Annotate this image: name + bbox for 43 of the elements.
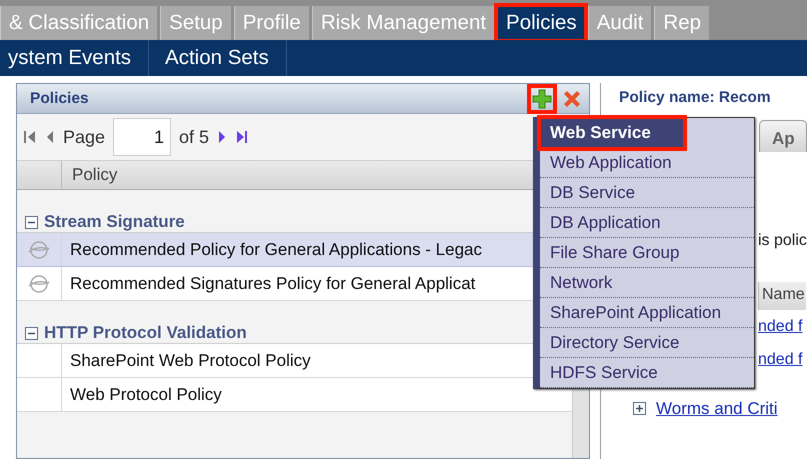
policy-link[interactable]: nded f [758, 310, 802, 343]
globe-icon [27, 274, 51, 294]
menu-item[interactable]: Web Application [540, 148, 754, 178]
panel-title: Policies [30, 90, 90, 108]
nav-tab[interactable]: Policies [497, 6, 585, 40]
first-page-icon[interactable] [23, 129, 37, 145]
menu-item[interactable]: Web Service [540, 118, 684, 148]
last-page-icon[interactable] [235, 129, 250, 145]
menu-item[interactable]: DB Application [540, 208, 754, 238]
menu-item[interactable]: Directory Service [540, 328, 754, 358]
collapse-icon[interactable] [25, 216, 38, 228]
policy-link[interactable]: nded f [758, 343, 802, 376]
collapse-icon[interactable] [25, 326, 38, 340]
policy-row[interactable]: Web Protocol Policy [17, 378, 572, 412]
policy-row[interactable]: Recommended Policy for General Applications - Legac [17, 233, 533, 267]
plus-icon [532, 88, 552, 108]
group-header: Stream Signature [44, 212, 185, 232]
menu-item[interactable]: Network [540, 268, 754, 298]
menu-item[interactable]: HDFS Service [540, 358, 754, 388]
policy-row[interactable]: Recommended Signatures Policy for General Applicat [17, 267, 533, 301]
previous-page-icon[interactable] [45, 129, 55, 145]
column-header[interactable]: Name [758, 282, 806, 310]
policy-name: Web Protocol Policy [69, 384, 222, 406]
policy-link[interactable]: Worms and Criti [656, 398, 778, 418]
menu-item[interactable]: SharePoint Application [540, 298, 754, 328]
detail-tab[interactable]: Ap [759, 120, 807, 152]
page-field[interactable]: 1 [113, 118, 172, 156]
menu-item[interactable]: DB Service [540, 178, 754, 208]
policy-row[interactable]: SharePoint Web Protocol Policy [17, 344, 533, 378]
group-header: HTTP Protocol Validation [44, 323, 247, 343]
policy-name-title: Policy name: Recom [619, 88, 772, 108]
globe-icon [27, 240, 51, 260]
policy-name: Recommended Signatures Policy for General Applicat [69, 273, 476, 295]
next-page-icon[interactable] [217, 129, 228, 145]
description-text: is polic [758, 232, 807, 250]
policy-name: SharePoint Web Protocol Policy [69, 350, 311, 372]
column-header[interactable]: Policy [62, 161, 128, 189]
page-count: of 5 [179, 126, 210, 148]
page-label: Page [63, 126, 106, 148]
menu-item[interactable]: File Share Group [540, 238, 754, 268]
policy-name: Recommended Policy for General Applications - Legac [69, 239, 482, 261]
close-icon [562, 88, 582, 108]
expand-icon[interactable] [633, 402, 646, 415]
